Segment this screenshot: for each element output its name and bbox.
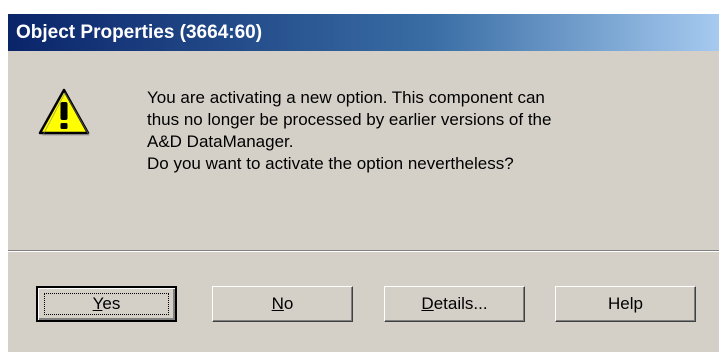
details-button-label: etails... <box>433 294 488 313</box>
message-text: You are activating a new option. This co… <box>147 87 707 175</box>
separator <box>8 250 719 252</box>
help-button[interactable]: Help <box>555 286 696 322</box>
details-button-mnemonic: D <box>421 294 434 313</box>
message-line: A&D DataManager. <box>147 132 294 151</box>
help-button-label: Help <box>608 294 643 313</box>
details-button[interactable]: Details... <box>384 286 525 322</box>
warning-icon <box>38 88 90 136</box>
message-dialog: Object Properties (3664:60) You are acti… <box>8 14 719 352</box>
window-title: Object Properties (3664:60) <box>16 22 263 43</box>
title-bar[interactable]: Object Properties (3664:60) <box>8 14 719 51</box>
message-line: You are activating a new option. This co… <box>147 88 545 107</box>
yes-button-mnemonic: Y <box>92 294 103 313</box>
message-line: thus no longer be processed by earlier v… <box>147 110 552 129</box>
dialog-body: You are activating a new option. This co… <box>8 51 719 250</box>
yes-button[interactable]: Yes <box>36 286 177 322</box>
yes-button-label: es <box>102 294 121 313</box>
no-button-mnemonic: N <box>271 294 284 313</box>
message-line: Do you want to activate the option never… <box>147 154 514 173</box>
no-button-label: o <box>283 294 294 313</box>
no-button[interactable]: No <box>212 286 353 322</box>
